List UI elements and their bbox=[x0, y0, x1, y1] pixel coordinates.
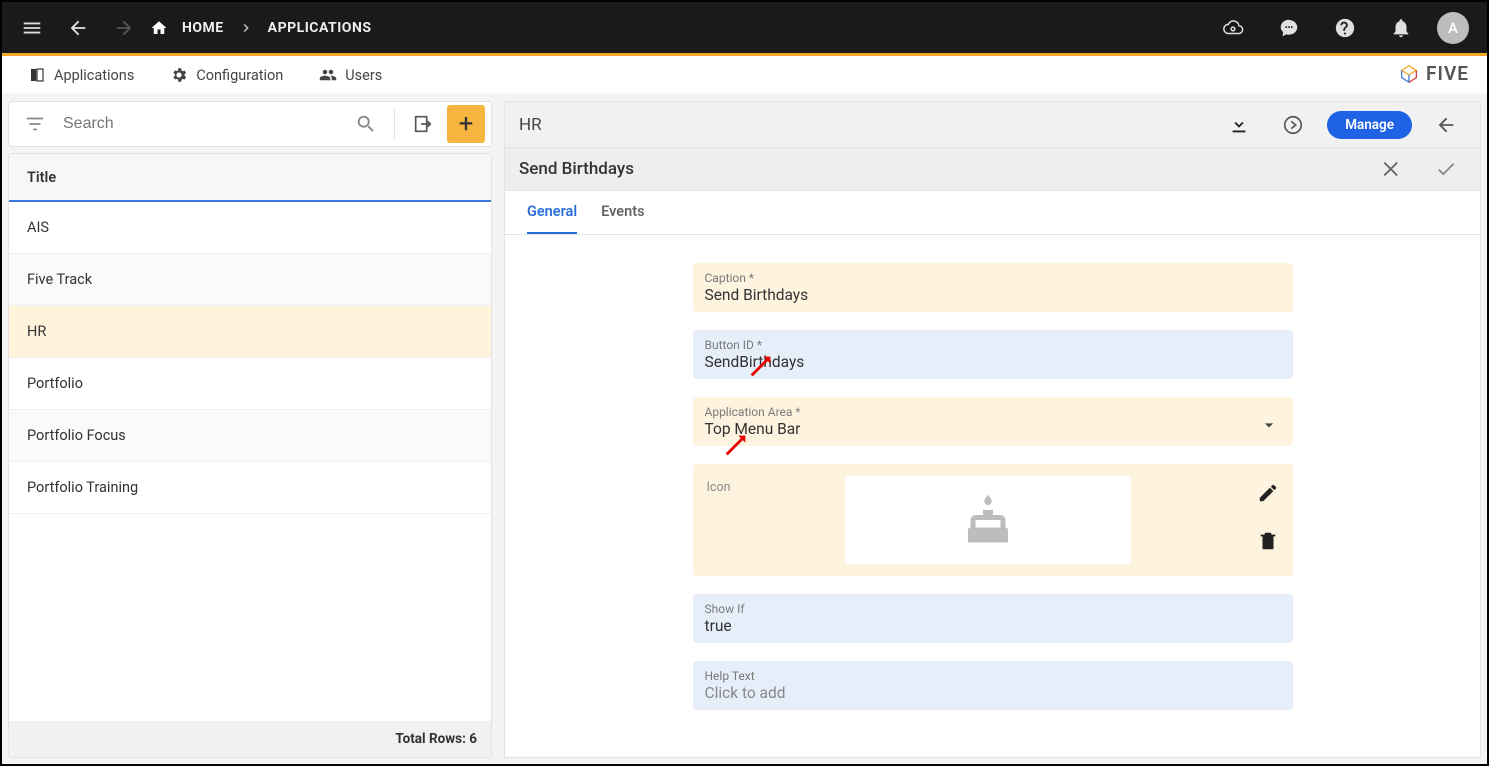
list-footer: Total Rows: 6 bbox=[9, 721, 491, 757]
tab-applications-label: Applications bbox=[54, 67, 134, 84]
form-tabs: General Events bbox=[504, 191, 1481, 235]
hamburger-menu-icon[interactable] bbox=[12, 8, 52, 48]
applications-icon bbox=[28, 66, 46, 84]
tab-applications[interactable]: Applications bbox=[10, 56, 152, 94]
list-item[interactable]: Portfolio Training bbox=[9, 462, 491, 514]
chevron-down-icon[interactable] bbox=[1259, 415, 1279, 435]
brand-label: FIVE bbox=[1426, 62, 1469, 85]
run-icon[interactable] bbox=[1273, 105, 1313, 145]
field-label: Button ID * bbox=[705, 338, 1281, 352]
right-pane: HR Manage Send Birthdays bbox=[498, 95, 1487, 764]
field-icon: Icon bbox=[693, 464, 1293, 576]
search-bar: + bbox=[8, 101, 492, 147]
back-arrow-icon[interactable] bbox=[1426, 105, 1466, 145]
check-icon[interactable] bbox=[1426, 149, 1466, 189]
sub-title: Send Birthdays bbox=[519, 159, 634, 179]
search-icon[interactable] bbox=[346, 104, 386, 144]
manage-button[interactable]: Manage bbox=[1327, 111, 1412, 139]
sub-header: Send Birthdays bbox=[504, 147, 1481, 191]
breadcrumb-home[interactable]: HOME bbox=[174, 20, 232, 36]
import-icon[interactable] bbox=[403, 104, 443, 144]
list-item[interactable]: Portfolio Focus bbox=[9, 410, 491, 462]
tab-configuration-label: Configuration bbox=[196, 67, 283, 84]
add-button[interactable]: + bbox=[447, 105, 485, 143]
breadcrumb: HOME APPLICATIONS bbox=[150, 19, 379, 37]
footer-label: Total Rows: bbox=[395, 731, 466, 747]
help-icon[interactable] bbox=[1325, 8, 1365, 48]
field-value: SendBirthdays bbox=[705, 353, 1281, 371]
edit-icon[interactable] bbox=[1257, 482, 1279, 504]
list-item[interactable]: AIS bbox=[9, 202, 491, 254]
cloud-icon[interactable] bbox=[1213, 8, 1253, 48]
field-label: Caption * bbox=[705, 271, 1281, 285]
list-item[interactable]: Portfolio bbox=[9, 358, 491, 410]
home-icon bbox=[150, 19, 168, 37]
cake-icon bbox=[958, 490, 1018, 550]
field-show-if[interactable]: Show If true bbox=[693, 594, 1293, 643]
brand-icon bbox=[1398, 63, 1420, 85]
field-help-text[interactable]: Help Text Click to add bbox=[693, 661, 1293, 710]
tab-users[interactable]: Users bbox=[301, 56, 400, 94]
chat-icon[interactable] bbox=[1269, 8, 1309, 48]
list-item[interactable]: HR bbox=[9, 306, 491, 358]
page-header: HR Manage bbox=[504, 101, 1481, 147]
search-input[interactable] bbox=[59, 109, 342, 139]
field-value: Send Birthdays bbox=[705, 286, 1281, 304]
footer-count: 6 bbox=[469, 731, 477, 747]
field-button-id[interactable]: Button ID * SendBirthdays bbox=[693, 330, 1293, 379]
page-title: HR bbox=[519, 115, 542, 135]
nav-forward-button bbox=[104, 8, 144, 48]
icon-preview bbox=[845, 476, 1131, 564]
left-pane: + Title AIS Five Track HR Portfolio Port… bbox=[2, 95, 498, 764]
field-value: Top Menu Bar bbox=[705, 420, 1281, 438]
field-caption[interactable]: Caption * Send Birthdays bbox=[693, 263, 1293, 312]
download-icon[interactable] bbox=[1219, 105, 1259, 145]
top-bar: HOME APPLICATIONS A bbox=[2, 2, 1487, 53]
notifications-icon[interactable] bbox=[1381, 8, 1421, 48]
list-header-title: Title bbox=[27, 169, 56, 186]
list-card: Title AIS Five Track HR Portfolio Portfo… bbox=[8, 153, 492, 758]
form-area: Caption * Send Birthdays Button ID * Sen… bbox=[504, 235, 1481, 758]
avatar[interactable]: A bbox=[1437, 12, 1469, 44]
avatar-letter: A bbox=[1448, 19, 1458, 37]
field-placeholder: Click to add bbox=[705, 684, 1281, 702]
list-body: AIS Five Track HR Portfolio Portfolio Fo… bbox=[9, 202, 491, 721]
filter-icon[interactable] bbox=[15, 104, 55, 144]
brand-logo: FIVE bbox=[1398, 62, 1469, 85]
field-application-area[interactable]: Application Area * Top Menu Bar bbox=[693, 397, 1293, 446]
close-icon[interactable] bbox=[1372, 149, 1412, 189]
gear-icon bbox=[170, 66, 188, 84]
field-label: Help Text bbox=[705, 669, 1281, 683]
list-item[interactable]: Five Track bbox=[9, 254, 491, 306]
field-label: Icon bbox=[707, 476, 827, 495]
tab-users-label: Users bbox=[345, 67, 382, 84]
tab-events[interactable]: Events bbox=[601, 191, 644, 234]
tab-configuration[interactable]: Configuration bbox=[152, 56, 301, 94]
delete-icon[interactable] bbox=[1257, 530, 1279, 552]
main-area: + Title AIS Five Track HR Portfolio Port… bbox=[2, 95, 1487, 764]
secondary-nav: Applications Configuration Users FIVE bbox=[2, 56, 1487, 95]
field-label: Show If bbox=[705, 602, 1281, 616]
list-header[interactable]: Title bbox=[9, 154, 491, 202]
nav-back-button[interactable] bbox=[58, 8, 98, 48]
users-icon bbox=[319, 66, 337, 84]
chevron-right-icon bbox=[238, 20, 254, 36]
tab-general[interactable]: General bbox=[527, 191, 577, 234]
field-label: Application Area * bbox=[705, 405, 1281, 419]
field-value: true bbox=[705, 617, 1281, 635]
breadcrumb-applications[interactable]: APPLICATIONS bbox=[260, 20, 380, 36]
